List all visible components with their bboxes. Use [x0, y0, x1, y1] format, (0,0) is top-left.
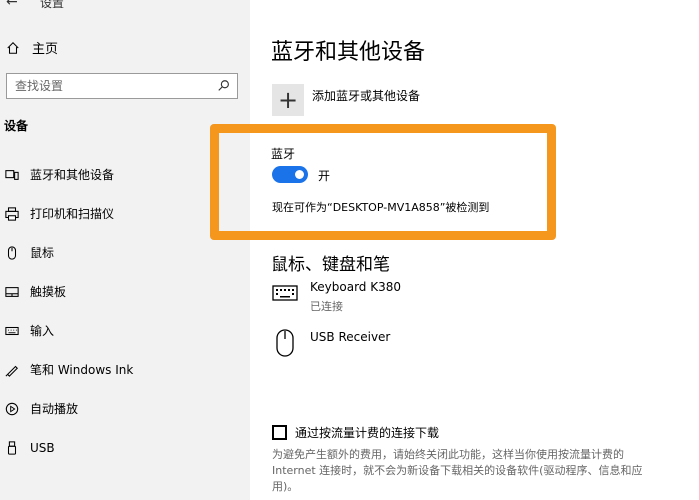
sidebar-item-label: 打印机和扫描仪 [30, 207, 115, 221]
search-input[interactable] [7, 74, 207, 98]
home-label: 主页 [32, 42, 59, 57]
discoverable-text: 现在可作为“DESKTOP-MV1A858”被检测到 [272, 201, 490, 214]
keyboard-icon [4, 323, 20, 339]
sidebar-item-autoplay[interactable]: 自动播放 [0, 389, 250, 428]
search-box[interactable] [6, 73, 238, 99]
keyboard-icon [272, 280, 298, 306]
sidebar-item-label: 触摸板 [30, 285, 67, 299]
main-content: 蓝牙和其他设备 + 添加蓝牙或其他设备 蓝牙 开 现在可作为“DESKTOP-M… [210, 0, 699, 500]
metered-label: 通过按流量计费的连接下载 [295, 426, 440, 440]
bluetooth-devices-icon [4, 167, 20, 183]
bluetooth-state: 开 [318, 169, 331, 183]
page-title: 蓝牙和其他设备 [271, 40, 426, 65]
sidebar-item-label: 鼠标 [30, 246, 55, 260]
sidebar-item-typing[interactable]: 输入 [0, 311, 250, 350]
autoplay-icon [4, 401, 20, 417]
sidebar: ← 设置 主页 设备 蓝牙和其他设备 打印机和扫描仪 [0, 0, 250, 500]
sidebar-item-touchpad[interactable]: 触摸板 [0, 272, 250, 311]
pen-icon [4, 362, 20, 378]
device-status: 已连接 [310, 300, 343, 313]
bluetooth-label: 蓝牙 [271, 147, 296, 161]
metered-connection-option[interactable]: 通过按流量计费的连接下载 [272, 424, 439, 441]
metered-checkbox[interactable] [272, 425, 287, 440]
sidebar-item-usb[interactable]: USB [0, 428, 250, 467]
printer-icon [4, 206, 20, 222]
bluetooth-toggle[interactable] [272, 166, 308, 183]
back-arrow-icon[interactable]: ← [6, 0, 18, 10]
sidebar-item-label: 输入 [30, 324, 55, 338]
device-item[interactable]: Keyboard K380 已连接 [272, 280, 401, 314]
sidebar-item-pen[interactable]: 笔和 Windows Ink [0, 350, 250, 389]
usb-icon [4, 440, 20, 456]
mouse-icon [4, 245, 20, 261]
highlight-box [210, 124, 556, 240]
device-item[interactable]: USB Receiver [272, 329, 391, 357]
metered-description: 为避免产生额外的费用，请始终关闭此功能，这样当你使用按流量计费的 Interne… [272, 448, 643, 493]
sidebar-item-label: 笔和 Windows Ink [30, 363, 134, 377]
window-title: 设置 [40, 0, 65, 10]
home-icon [7, 41, 19, 54]
section-title-peripherals: 鼠标、键盘和笔 [271, 255, 390, 275]
sidebar-item-label: 自动播放 [30, 402, 79, 416]
sidebar-item-label: USB [30, 440, 55, 455]
device-name: USB Receiver [310, 330, 391, 344]
sidebar-item-label: 蓝牙和其他设备 [30, 168, 115, 182]
plus-icon: + [277, 86, 299, 114]
device-name: Keyboard K380 [310, 280, 401, 294]
add-device-button[interactable]: + [272, 84, 304, 116]
sidebar-item-home[interactable]: 主页 [6, 38, 58, 57]
touchpad-icon [4, 284, 20, 300]
add-device-label[interactable]: 添加蓝牙或其他设备 [312, 87, 420, 104]
sidebar-section-title: 设备 [4, 119, 29, 133]
mouse-icon [272, 329, 298, 357]
search-icon[interactable] [217, 79, 231, 93]
